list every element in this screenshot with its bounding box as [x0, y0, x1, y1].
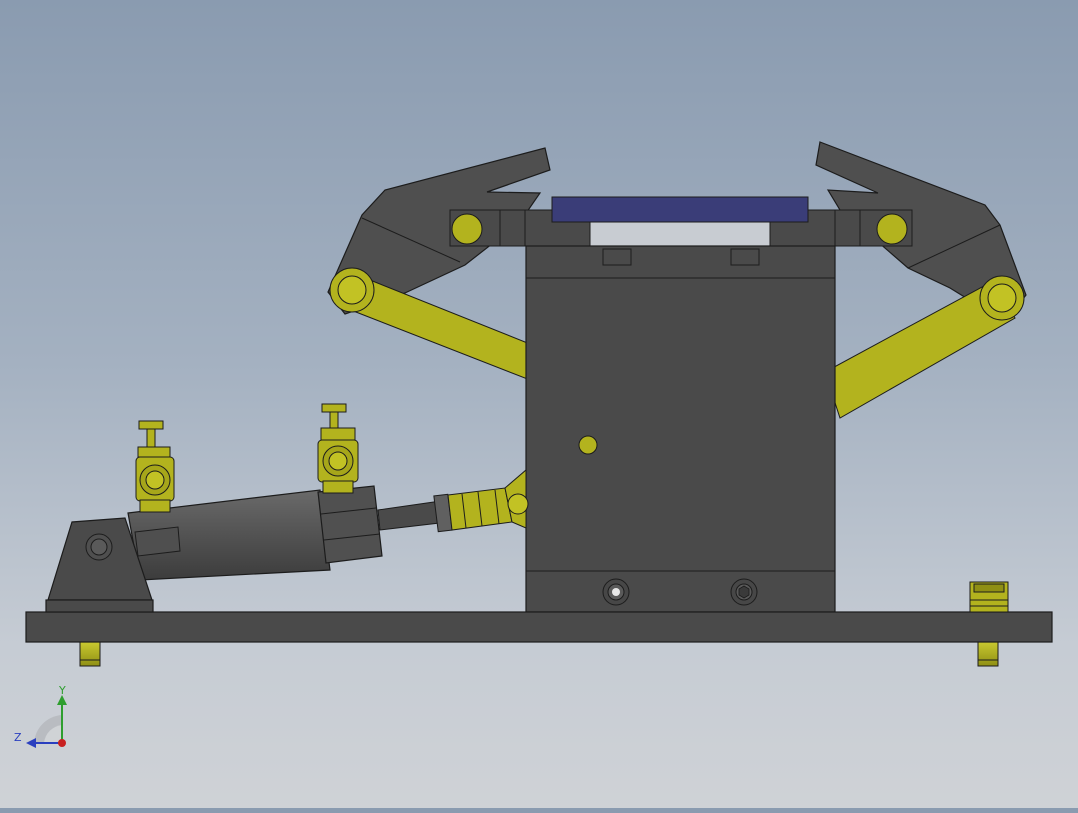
main-housing-block — [525, 245, 836, 613]
base-plate — [25, 611, 1053, 643]
x-axis-dot — [58, 739, 66, 747]
y-axis-label: Y — [59, 684, 66, 697]
mounting-screw-left — [602, 578, 630, 606]
z-axis-label: Z — [14, 731, 22, 744]
linkage-arm-right — [824, 275, 1025, 419]
pivot-pin-right — [876, 213, 908, 245]
gripper-pad — [551, 196, 809, 223]
pivot-pin-left — [451, 213, 483, 245]
flow-valve-rear — [135, 420, 175, 513]
base-fitting-right — [969, 581, 1009, 613]
support-pin-right — [977, 641, 999, 667]
gripper-assembly-drawing — [25, 141, 1053, 667]
mounting-screw-right — [730, 578, 758, 606]
coordinate-triad: Y Z — [10, 684, 80, 755]
flow-valve-front — [317, 403, 359, 494]
support-pin-left — [79, 641, 101, 667]
rod-clevis — [447, 468, 529, 531]
cad-viewport[interactable] — [0, 0, 1078, 808]
pneumatic-cylinder — [127, 485, 453, 581]
linkage-arm-left — [329, 267, 541, 381]
triad-graphic — [26, 695, 67, 748]
housing-pin — [578, 435, 598, 455]
